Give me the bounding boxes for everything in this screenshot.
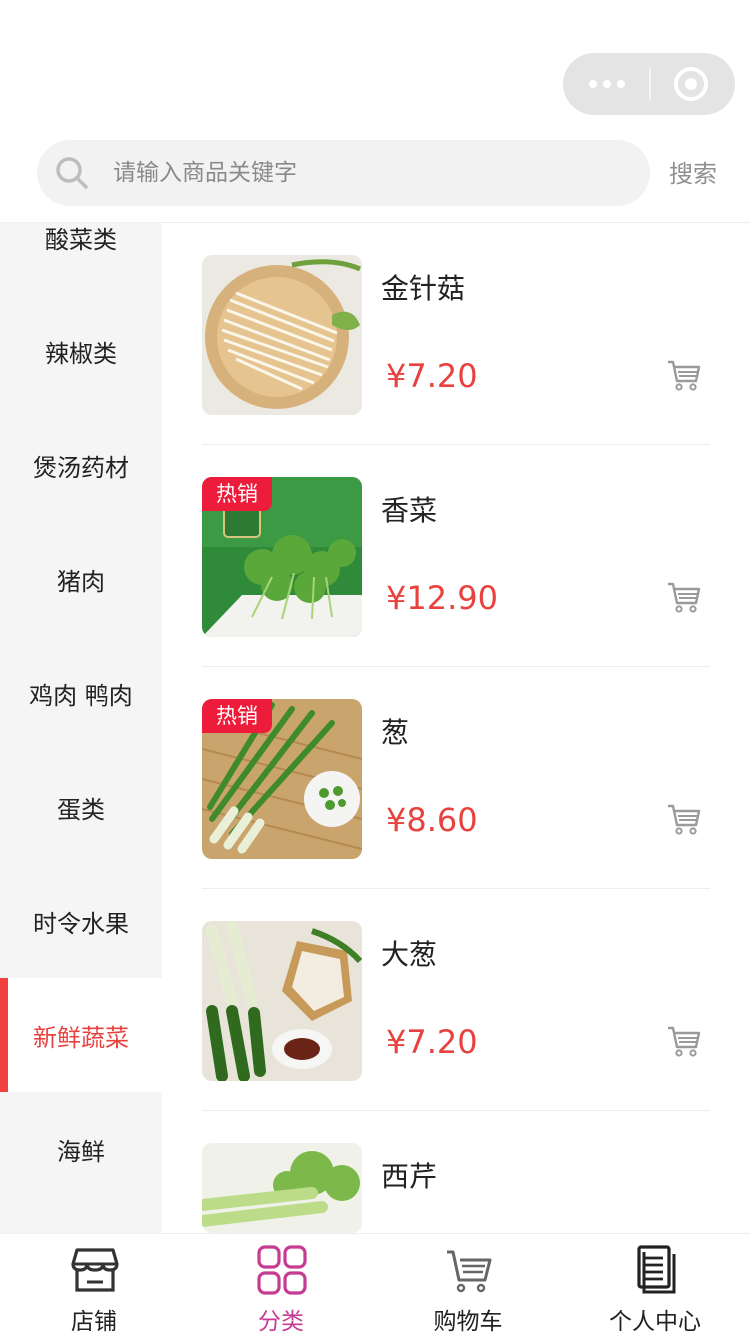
sidebar-item-pork[interactable]: 猪肉 xyxy=(0,522,162,636)
category-grid-icon xyxy=(257,1245,307,1295)
sidebar-item-label: 鸡肉 鸭肉 xyxy=(29,681,133,710)
sidebar-item-label: 酸菜类 xyxy=(45,225,117,254)
product-name: 香菜 xyxy=(381,494,438,527)
product-price: ¥7.20 xyxy=(386,1023,478,1061)
more-dots-icon[interactable] xyxy=(589,75,649,93)
mini-program-capsule xyxy=(563,53,735,115)
sidebar-item-label: 新鲜蔬菜 xyxy=(33,1023,129,1052)
product-name: 葱 xyxy=(381,716,410,749)
add-to-cart-icon[interactable] xyxy=(666,357,702,393)
sidebar-item-fresh-vegetables[interactable]: 新鲜蔬菜 xyxy=(0,978,162,1092)
sidebar-item-peppers[interactable]: 辣椒类 xyxy=(0,294,162,408)
sidebar-item-label: 海鲜 xyxy=(57,1137,105,1166)
add-to-cart-icon[interactable] xyxy=(666,1023,702,1059)
product-price: ¥12.90 xyxy=(386,579,498,617)
product-item[interactable]: 热销 香菜 ¥12.90 xyxy=(202,445,710,667)
product-item[interactable]: 热销 葱 ¥8.60 xyxy=(202,667,710,889)
tab-store[interactable]: 店铺 xyxy=(0,1234,188,1334)
product-image xyxy=(202,921,362,1081)
hot-sale-badge: 热销 xyxy=(202,477,272,511)
product-name: 大葱 xyxy=(381,938,438,971)
product-image xyxy=(202,255,362,415)
tab-label: 分类 xyxy=(258,1309,304,1334)
category-sidebar: 酸菜类 辣椒类 煲汤药材 猪肉 鸡肉 鸭肉 蛋类 时令水果 新鲜蔬菜 海鲜 xyxy=(0,223,162,1233)
sidebar-item-label: 煲汤药材 xyxy=(33,453,129,482)
sidebar-item-poultry[interactable]: 鸡肉 鸭肉 xyxy=(0,636,162,750)
sidebar-item-pickles[interactable]: 酸菜类 xyxy=(0,223,162,294)
sidebar-item-soup-herbs[interactable]: 煲汤药材 xyxy=(0,408,162,522)
sidebar-item-label: 时令水果 xyxy=(33,909,129,938)
capsule-divider xyxy=(649,67,651,101)
hot-sale-badge: 热销 xyxy=(202,699,272,733)
target-circle-icon[interactable] xyxy=(673,66,709,102)
product-name: 西芹 xyxy=(381,1160,438,1193)
sidebar-item-label: 猪肉 xyxy=(57,567,105,596)
product-item[interactable]: 金针菇 ¥7.20 xyxy=(202,223,710,445)
document-user-icon xyxy=(637,1245,676,1294)
shopping-cart-icon xyxy=(447,1250,492,1293)
search-bar xyxy=(37,140,650,206)
product-name: 金针菇 xyxy=(381,272,466,305)
search-input[interactable] xyxy=(113,140,633,206)
product-image: 热销 xyxy=(202,477,362,637)
search-button[interactable]: 搜索 xyxy=(662,154,724,194)
sidebar-item-label: 蛋类 xyxy=(57,795,105,824)
tab-category[interactable]: 分类 xyxy=(187,1234,375,1334)
sidebar-item-label: 辣椒类 xyxy=(45,339,117,368)
add-to-cart-icon[interactable] xyxy=(666,579,702,615)
product-price: ¥7.20 xyxy=(386,357,478,395)
bottom-tab-bar: 店铺 分类 购物车 个人中心 xyxy=(0,1233,750,1334)
sidebar-item-eggs[interactable]: 蛋类 xyxy=(0,750,162,864)
product-item[interactable]: 西芹 xyxy=(202,1111,710,1233)
tab-label: 个人中心 xyxy=(609,1309,701,1334)
product-list: 金针菇 ¥7.20 热销 香菜 ¥12.90 热销 葱 ¥8.60 大葱 ¥7.… xyxy=(162,223,750,1233)
tab-label: 购物车 xyxy=(433,1309,503,1334)
product-item[interactable]: 大葱 ¥7.20 xyxy=(202,889,710,1111)
search-icon xyxy=(56,157,88,189)
tab-label: 店铺 xyxy=(71,1309,117,1334)
tab-profile[interactable]: 个人中心 xyxy=(561,1234,749,1334)
product-price: ¥8.60 xyxy=(386,801,478,839)
sidebar-item-seafood[interactable]: 海鲜 xyxy=(0,1092,162,1206)
product-image: 热销 xyxy=(202,699,362,859)
store-icon xyxy=(71,1248,119,1292)
sidebar-item-seasonal-fruit[interactable]: 时令水果 xyxy=(0,864,162,978)
product-image xyxy=(202,1143,362,1233)
add-to-cart-icon[interactable] xyxy=(666,801,702,837)
tab-cart[interactable]: 购物车 xyxy=(374,1234,562,1334)
